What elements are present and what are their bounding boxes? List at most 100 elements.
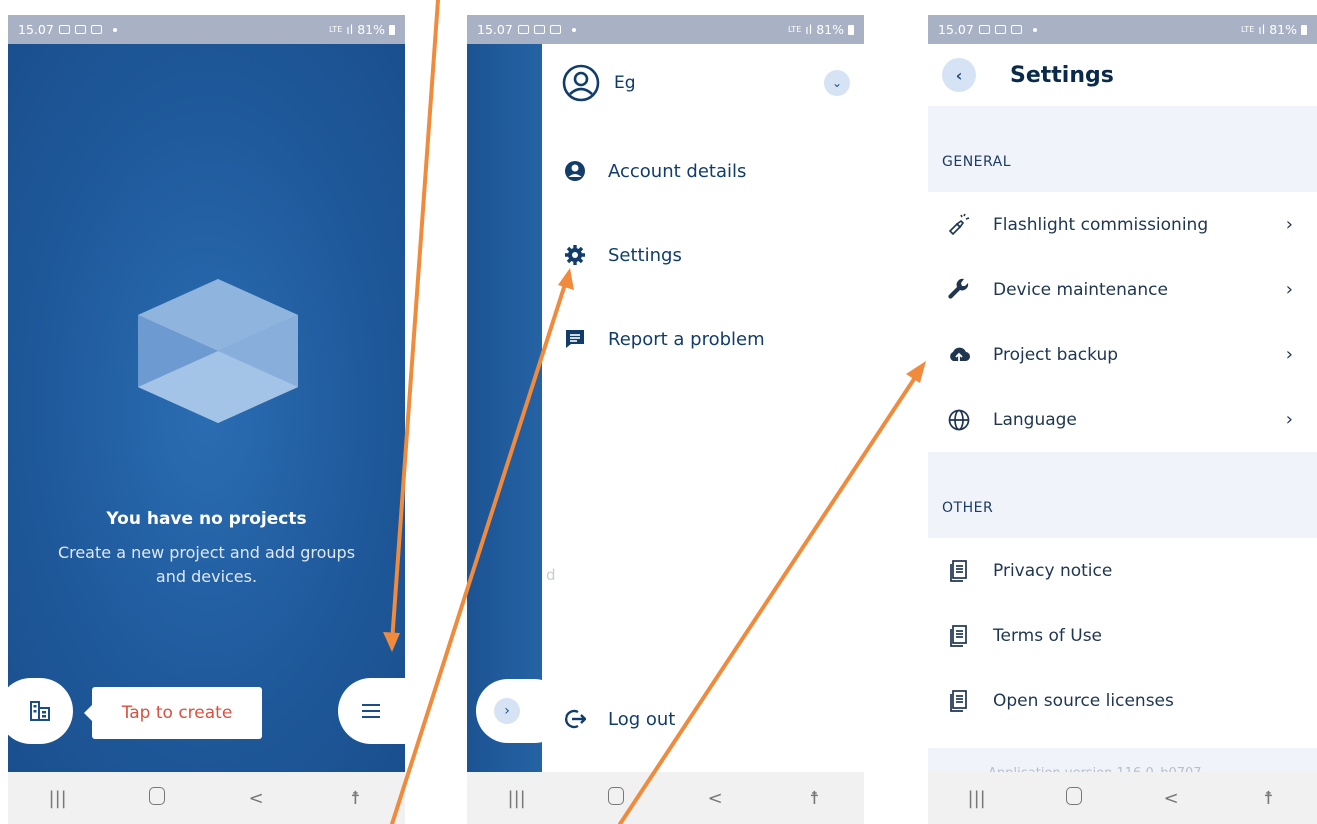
settings-item-terms-of-use[interactable]: Terms of Use: [928, 603, 1317, 668]
battery-icon: [1301, 24, 1307, 35]
battery-icon: [389, 24, 395, 35]
create-project-button[interactable]: [8, 678, 73, 744]
wrench-icon: [944, 278, 974, 302]
chevron-right-icon: ›: [1285, 214, 1293, 235]
menu-item-account-details[interactable]: Account details: [562, 160, 746, 182]
status-time: 15.07: [18, 22, 54, 37]
battery-icon: [848, 24, 854, 35]
empty-cube-icon: [138, 279, 298, 423]
system-nav-bar: ||| < ☨: [467, 772, 864, 824]
settings-item-project-backup[interactable]: Project backup ›: [928, 322, 1317, 387]
back-button[interactable]: <: [1151, 788, 1191, 809]
gear-icon: [562, 244, 588, 266]
settings-item-label: Device maintenance: [993, 279, 1168, 300]
hamburger-menu-icon: [362, 700, 380, 723]
signal-icon: ıl: [1258, 22, 1266, 37]
globe-icon: [944, 408, 974, 432]
recent-apps-button[interactable]: |||: [957, 788, 997, 809]
settings-item-label: Privacy notice: [993, 560, 1113, 581]
menu-button[interactable]: [338, 678, 405, 744]
image-icon: [549, 25, 561, 34]
settings-item-device-maintenance[interactable]: Device maintenance ›: [928, 257, 1317, 322]
menu-item-label: Log out: [608, 708, 676, 730]
profile-expand-button[interactable]: ⌄: [824, 70, 850, 96]
home-button[interactable]: [1054, 786, 1094, 810]
cloud-upload-icon: [944, 343, 974, 367]
settings-header: ‹ Settings: [928, 44, 1317, 106]
report-icon: [562, 328, 588, 350]
document-icon: [944, 559, 974, 583]
image-icon: [978, 25, 990, 34]
image-icon: [1010, 25, 1022, 34]
chevron-left-icon: ‹: [955, 65, 963, 85]
status-bar: 15.07 LTE ıl 81%: [8, 15, 405, 44]
profile-header[interactable]: Eg: [562, 64, 636, 102]
image-icon: [90, 25, 102, 34]
section-header-general: GENERAL: [928, 106, 1317, 192]
settings-item-language[interactable]: Language ›: [928, 387, 1317, 452]
settings-item-label: Open source licenses: [993, 690, 1174, 711]
settings-item-label: Project backup: [993, 344, 1119, 365]
settings-item-flashlight[interactable]: Flashlight commissioning ›: [928, 192, 1317, 257]
menu-item-label: Settings: [608, 244, 682, 266]
menu-item-report-problem[interactable]: Report a problem: [562, 328, 765, 350]
menu-item-log-out[interactable]: Log out: [562, 708, 675, 730]
home-button[interactable]: [137, 786, 177, 810]
chevron-down-icon: ⌄: [831, 76, 843, 90]
signal-icon: ıl: [805, 22, 813, 37]
screen-side-menu: 15.07 LTE ıl 81% d Eg ⌄ Account details …: [467, 15, 864, 824]
chevron-right-icon: ›: [1285, 279, 1293, 300]
status-time: 15.07: [477, 22, 513, 37]
recent-apps-button[interactable]: |||: [38, 788, 78, 809]
tap-to-create-tooltip[interactable]: Tap to create: [84, 687, 262, 739]
chevron-right-icon: ›: [1285, 344, 1293, 365]
chevron-right-icon: ›: [494, 698, 520, 724]
image-icon: [517, 25, 529, 34]
back-button[interactable]: <: [695, 788, 735, 809]
accessibility-icon[interactable]: ☨: [794, 788, 834, 809]
notification-dot-icon: [1032, 27, 1037, 32]
signal-label: LTE: [787, 25, 802, 34]
recent-apps-button[interactable]: |||: [497, 788, 537, 809]
settings-item-label: Language: [993, 409, 1077, 430]
section-header-other: OTHER: [928, 452, 1317, 538]
document-icon: [944, 689, 974, 713]
battery-label: 81%: [1269, 22, 1297, 37]
avatar-icon: [562, 64, 600, 102]
system-nav-bar: ||| < ☨: [928, 772, 1317, 824]
menu-item-label: Account details: [608, 160, 747, 182]
status-time: 15.07: [938, 22, 974, 37]
accessibility-icon[interactable]: ☨: [335, 788, 375, 809]
arrowhead: [906, 361, 926, 383]
settings-item-open-source-licenses[interactable]: Open source licenses: [928, 668, 1317, 733]
accessibility-icon[interactable]: ☨: [1248, 788, 1288, 809]
profile-name: Eg: [614, 73, 636, 93]
notification-dot-icon: [112, 27, 117, 32]
notification-dot-icon: [571, 27, 576, 32]
app-version-text: Application version 116.0_b0707: [928, 748, 1317, 772]
battery-label: 81%: [357, 22, 385, 37]
signal-label: LTE: [328, 25, 343, 34]
screen-projects: 15.07 LTE ıl 81% You have no projects Cr…: [8, 15, 405, 824]
signal-icon: ıl: [346, 22, 354, 37]
settings-item-label: Flashlight commissioning: [993, 214, 1209, 235]
page-title: Settings: [1010, 62, 1114, 88]
settings-item-label: Terms of Use: [993, 625, 1103, 646]
ghost-text: d: [546, 566, 556, 584]
home-button[interactable]: [596, 786, 636, 810]
document-icon: [944, 624, 974, 648]
status-bar: 15.07 LTE ıl 81%: [928, 15, 1317, 44]
collapse-menu-button[interactable]: ›: [476, 679, 566, 743]
status-bar: 15.07 LTE ıl 81%: [467, 15, 864, 44]
youtube-icon: [533, 25, 545, 34]
menu-item-settings[interactable]: Settings: [562, 244, 682, 266]
system-nav-bar: ||| < ☨: [8, 772, 405, 824]
menu-item-label: Report a problem: [608, 328, 765, 350]
chevron-right-icon: ›: [1285, 409, 1293, 430]
settings-item-privacy-notice[interactable]: Privacy notice: [928, 538, 1317, 603]
battery-label: 81%: [816, 22, 844, 37]
empty-state-text: Create a new project and add groups and …: [57, 543, 356, 586]
back-button[interactable]: <: [236, 788, 276, 809]
empty-state-title: You have no projects: [106, 509, 307, 529]
back-button[interactable]: ‹: [942, 58, 976, 92]
